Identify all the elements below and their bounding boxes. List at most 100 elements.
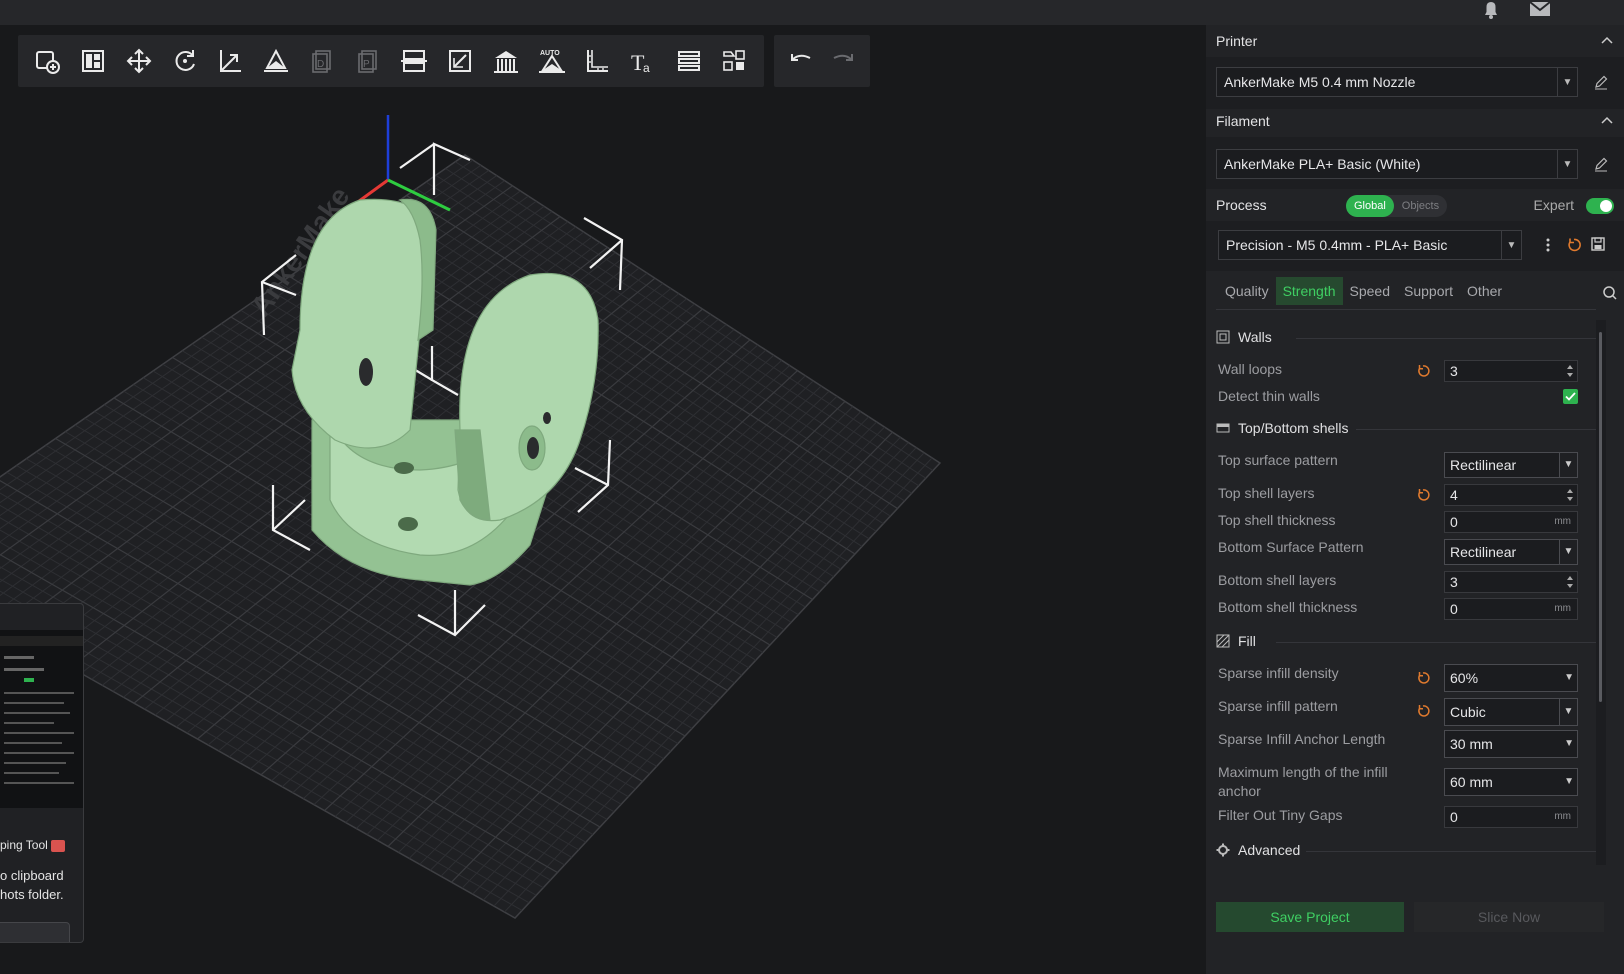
sparse-infill-pattern-select[interactable]: Cubic ▼ xyxy=(1444,698,1578,726)
filament-select[interactable]: AnkerMake PLA+ Basic (White) ▼ xyxy=(1216,149,1578,179)
fill-group-title: Fill xyxy=(1216,633,1256,649)
process-header: Process Global Objects Expert xyxy=(1206,189,1624,221)
walls-group-title: Walls xyxy=(1216,329,1272,345)
detect-thin-walls-checkbox[interactable] xyxy=(1563,389,1578,404)
bell-icon[interactable] xyxy=(1480,0,1502,20)
save-preset-icon[interactable] xyxy=(1590,236,1606,252)
measure-button[interactable] xyxy=(575,39,621,83)
slice-now-button[interactable]: Slice Now xyxy=(1414,902,1604,932)
save-project-button[interactable]: Save Project xyxy=(1216,902,1404,932)
filter-tiny-gaps-input[interactable]: 0 mm xyxy=(1444,806,1578,828)
mail-icon[interactable] xyxy=(1528,0,1551,20)
top-shell-layers-input[interactable]: 4 xyxy=(1444,484,1578,506)
scale-button[interactable] xyxy=(208,39,254,83)
search-icon[interactable] xyxy=(1602,285,1618,301)
dropdown-arrow-icon[interactable]: ▼ xyxy=(1501,231,1521,259)
dropdown-arrow-icon[interactable]: ▼ xyxy=(1559,453,1577,477)
tab-quality[interactable]: Quality xyxy=(1218,277,1276,305)
more-options-icon[interactable] xyxy=(1541,237,1555,253)
redo-icon xyxy=(833,54,853,61)
assembly-button[interactable] xyxy=(712,39,758,83)
printer-select[interactable]: AnkerMake M5 0.4 mm Nozzle ▼ xyxy=(1216,67,1578,97)
dropdown-arrow-icon[interactable]: ▼ xyxy=(1564,769,1574,795)
reset-icon[interactable] xyxy=(1416,364,1430,378)
filament-heading: Filament xyxy=(1216,113,1270,129)
dropdown-arrow-icon[interactable]: ▼ xyxy=(1559,540,1577,564)
undo-icon xyxy=(791,54,811,61)
unit-label: mm xyxy=(1554,603,1571,614)
dropdown-arrow-icon[interactable]: ▼ xyxy=(1564,665,1574,691)
move-button[interactable] xyxy=(116,39,162,83)
bottom-shell-layers-input[interactable]: 3 xyxy=(1444,571,1578,593)
spinner-icon[interactable] xyxy=(1566,574,1574,590)
infill-anchor-length-select[interactable]: 30 mm ▼ xyxy=(1444,730,1578,758)
mode-objects-button[interactable]: Objects xyxy=(1394,195,1447,217)
filament-row: AnkerMake PLA+ Basic (White) ▼ xyxy=(1206,137,1624,189)
chevron-up-icon[interactable] xyxy=(1600,114,1614,128)
fill-icon xyxy=(1216,634,1230,648)
bottom-shell-thickness-input[interactable]: 0 mm xyxy=(1444,598,1578,620)
top-surface-pattern-select[interactable]: Rectilinear ▼ xyxy=(1444,452,1578,478)
reset-icon[interactable] xyxy=(1416,488,1430,502)
cut-button[interactable] xyxy=(437,39,483,83)
support-paint-button[interactable] xyxy=(483,39,529,83)
lay-on-face-button[interactable] xyxy=(253,39,299,83)
move-icon xyxy=(126,48,152,74)
reset-preset-icon[interactable] xyxy=(1566,237,1582,253)
copy-button[interactable]: D xyxy=(299,39,345,83)
spinner-icon[interactable] xyxy=(1566,487,1574,503)
screenshot-thumbnail[interactable] xyxy=(0,630,83,808)
edit-icon[interactable] xyxy=(1593,74,1609,90)
paste-button[interactable]: P xyxy=(345,39,391,83)
process-mode-switch[interactable]: Global Objects xyxy=(1346,195,1448,217)
process-row: Precision - M5 0.4mm - PLA+ Basic ▼ xyxy=(1206,221,1624,271)
3d-viewport[interactable]: AnkerMake D P AUTO T a ping Tool o clipb… xyxy=(0,25,1206,974)
tab-strength[interactable]: Strength xyxy=(1275,277,1343,305)
layers-button[interactable] xyxy=(666,39,712,83)
advanced-group-title[interactable]: Advanced xyxy=(1216,842,1300,858)
reset-icon[interactable] xyxy=(1416,671,1430,685)
scrollbar-thumb[interactable] xyxy=(1599,332,1602,702)
undo-button[interactable] xyxy=(780,39,822,83)
wall-loops-input[interactable]: 3 xyxy=(1444,360,1578,382)
printer-row: AnkerMake M5 0.4 mm Nozzle ▼ xyxy=(1206,57,1624,109)
arrange-icon xyxy=(81,50,104,72)
printer-header[interactable]: Printer xyxy=(1206,25,1624,57)
tab-other[interactable]: Other xyxy=(1460,277,1509,305)
bottom-surface-pattern-select[interactable]: Rectilinear ▼ xyxy=(1444,539,1578,565)
filament-header[interactable]: Filament xyxy=(1206,105,1624,137)
dropdown-arrow-icon[interactable]: ▼ xyxy=(1559,699,1577,725)
sparse-infill-density-label: Sparse infill density xyxy=(1218,665,1339,681)
build-plate-scene[interactable]: AnkerMake xyxy=(0,25,1206,974)
edit-icon[interactable] xyxy=(1593,156,1609,172)
svg-text:D: D xyxy=(317,59,324,70)
infill-anchor-length-label: Sparse Infill Anchor Length xyxy=(1218,731,1386,747)
spinner-icon[interactable] xyxy=(1566,363,1574,379)
add-object-button[interactable] xyxy=(24,39,70,83)
dropdown-arrow-icon[interactable]: ▼ xyxy=(1557,68,1577,96)
toast-action-button[interactable] xyxy=(0,922,70,942)
expert-toggle[interactable] xyxy=(1586,198,1614,214)
snipping-tool-toast[interactable]: ping Tool o clipboard hots folder. xyxy=(0,603,84,943)
tab-speed[interactable]: Speed xyxy=(1343,277,1397,305)
sparse-infill-density-select[interactable]: 60% ▼ xyxy=(1444,664,1578,692)
auto-orient-button[interactable]: AUTO xyxy=(529,39,575,83)
top-shell-thickness-input[interactable]: 0 mm xyxy=(1444,511,1578,533)
shells-group-title: Top/Bottom shells xyxy=(1216,420,1349,436)
wall-loops-label: Wall loops xyxy=(1218,361,1283,377)
reset-icon[interactable] xyxy=(1416,704,1430,718)
infill-anchor-max-select[interactable]: 60 mm ▼ xyxy=(1444,768,1578,796)
dropdown-arrow-icon[interactable]: ▼ xyxy=(1564,731,1574,757)
top-shell-layers-label: Top shell layers xyxy=(1218,485,1315,501)
dropdown-arrow-icon[interactable]: ▼ xyxy=(1557,150,1577,178)
mode-global-button[interactable]: Global xyxy=(1346,195,1394,217)
text-button[interactable]: Ta xyxy=(620,39,666,83)
process-select[interactable]: Precision - M5 0.4mm - PLA+ Basic ▼ xyxy=(1218,230,1522,260)
arrange-button[interactable] xyxy=(70,39,116,83)
tab-support[interactable]: Support xyxy=(1397,277,1460,305)
redo-button[interactable] xyxy=(822,39,864,83)
rotate-button[interactable] xyxy=(162,39,208,83)
chevron-up-icon[interactable] xyxy=(1600,34,1614,48)
split-button[interactable] xyxy=(391,39,437,83)
infill-anchor-max-label: Maximum length of the infill anchor xyxy=(1218,764,1388,799)
